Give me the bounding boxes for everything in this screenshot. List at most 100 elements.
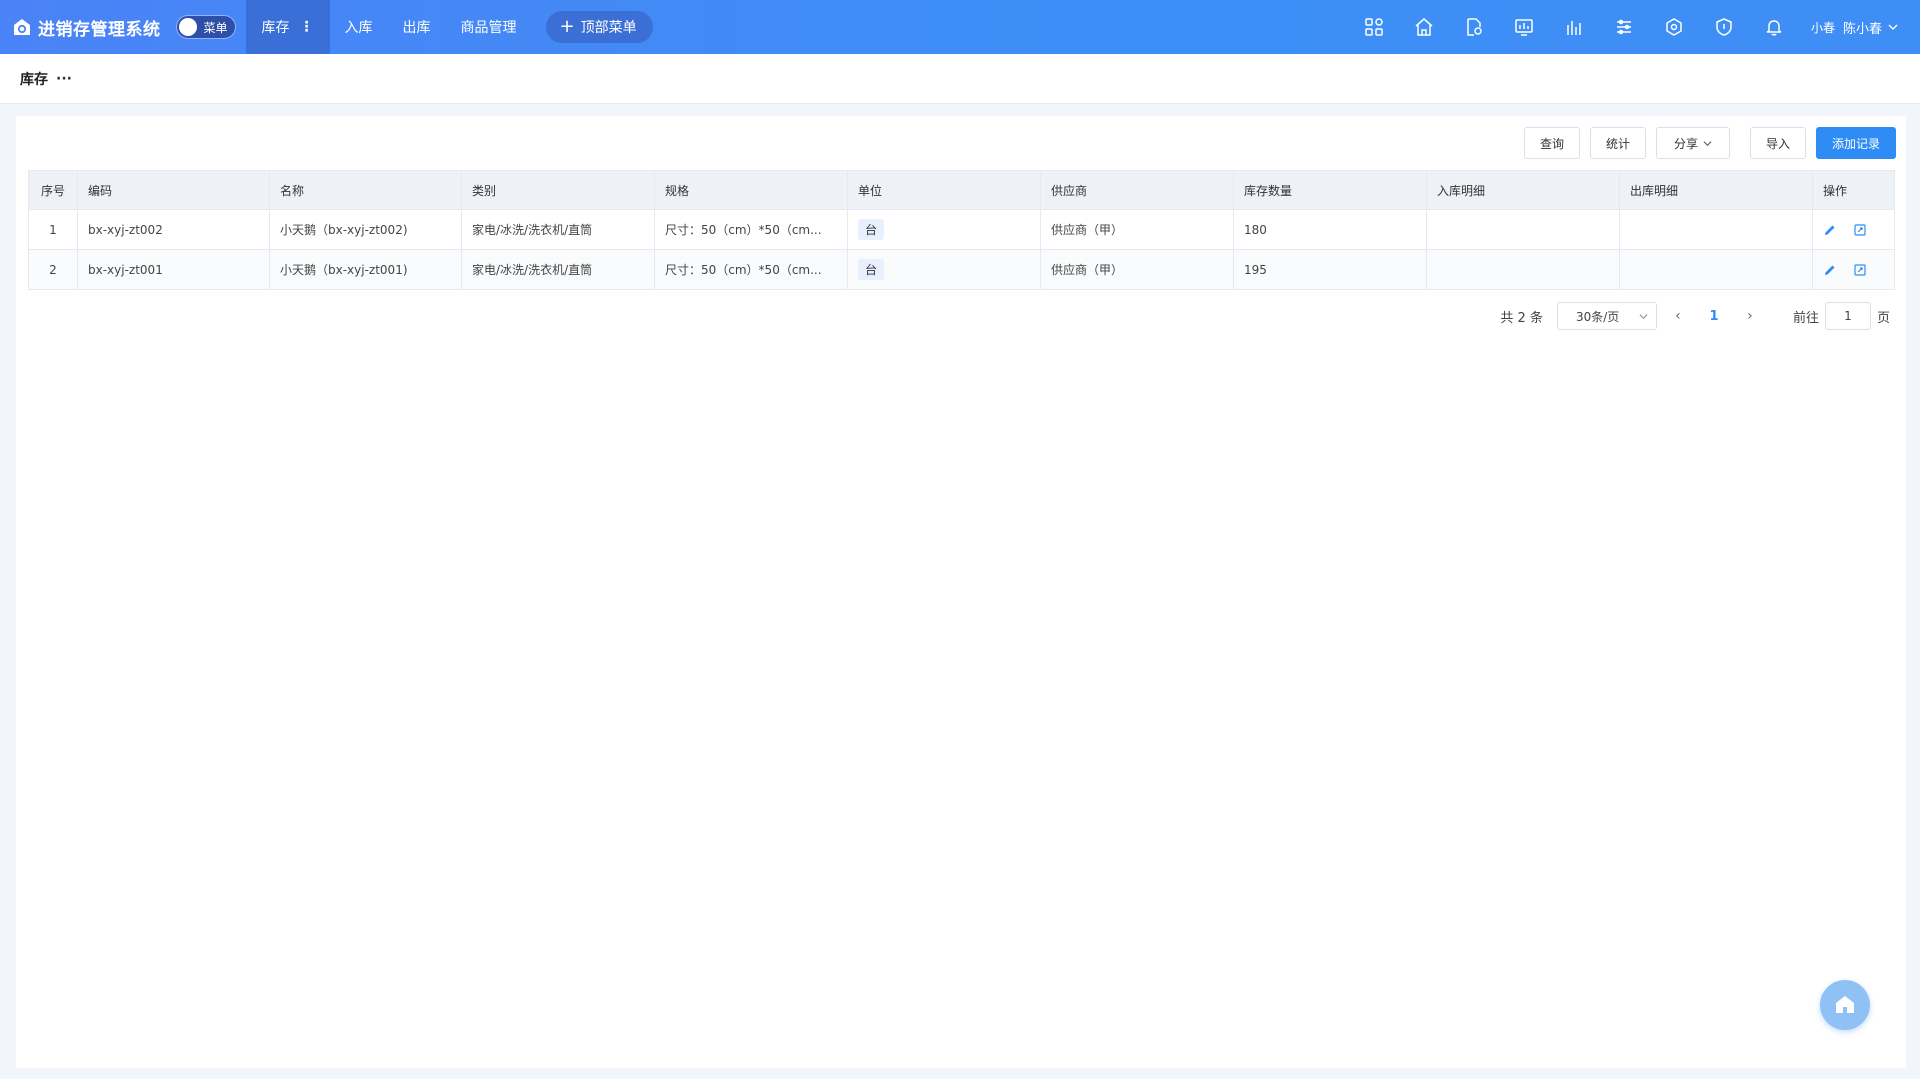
chevron-down-icon [1703, 140, 1712, 146]
pagination: 共 2 条 30条/页 ‹ 1 › 前往 1 页 [1500, 302, 1890, 330]
page-number[interactable]: 1 [1699, 309, 1729, 324]
row-index: 2 [28, 249, 78, 290]
data-icon[interactable] [1599, 0, 1649, 54]
unit-tag: 台 [858, 259, 885, 280]
row-code: bx-xyj-zt001 [77, 249, 270, 290]
share-button[interactable]: 分享 [1656, 127, 1730, 159]
nav-item-label: 库存 [261, 20, 290, 36]
home-icon[interactable] [1399, 0, 1449, 54]
detail-icon[interactable] [1853, 223, 1867, 237]
home-icon [1836, 996, 1854, 1013]
more-vertical-icon[interactable]: ⋮ [300, 19, 314, 35]
column-header-code[interactable]: 编码 [77, 170, 270, 210]
column-header-inbound-detail[interactable]: 入库明细 [1426, 170, 1620, 210]
main-panel: 查询 统计 分享 导入 添加记录 序号 编码 名称 类别 规格 单位 供应商 库… [16, 116, 1906, 1068]
chevron-down-icon [1639, 313, 1648, 319]
page-title: 库存 [20, 71, 48, 88]
top-menu-button[interactable]: + 顶部菜单 [545, 11, 653, 43]
row-spec: 尺寸：50（cm）*50（cm... [654, 249, 848, 290]
floating-home-button[interactable] [1820, 980, 1870, 1030]
app-title: 进销存管理系统 [38, 19, 161, 40]
user-name: 陈小春 [1842, 21, 1882, 37]
edit-icon[interactable] [1823, 223, 1837, 237]
unit-tag: 台 [858, 219, 885, 240]
top-menu-label: 顶部菜单 [580, 20, 637, 36]
bell-icon[interactable] [1749, 0, 1799, 54]
page-suffix: 页 [1876, 310, 1890, 326]
table-row[interactable]: 1 bx-xyj-zt002 小天鹅（bx-xyj-zt002) 家电/冰洗/洗… [28, 209, 1895, 250]
user-nickname: 小春 [1810, 20, 1835, 35]
table-row[interactable]: 2 bx-xyj-zt001 小天鹅（bx-xyj-zt001) 家电/冰洗/洗… [28, 249, 1895, 290]
row-actions [1812, 209, 1895, 250]
nav-item-inbound[interactable]: 入库 [330, 0, 388, 54]
row-actions [1812, 249, 1895, 290]
top-nav: 库存 ⋮ 入库 出库 商品管理 [245, 0, 532, 54]
nav-item-label: 入库 [344, 20, 373, 36]
row-category: 家电/冰洗/洗衣机/直筒 [461, 249, 655, 290]
row-code: bx-xyj-zt002 [77, 209, 270, 250]
chevron-down-icon [1888, 24, 1898, 30]
menu-toggle[interactable]: 菜单 [175, 15, 236, 39]
stats-button[interactable]: 统计 [1590, 127, 1646, 159]
query-button[interactable]: 查询 [1524, 127, 1580, 159]
row-inbound-detail[interactable] [1426, 209, 1620, 250]
top-icon-group: 小春 陈小春 [1349, 0, 1920, 54]
row-name: 小天鹅（bx-xyj-zt002) [269, 209, 462, 250]
share-button-label: 分享 [1673, 136, 1698, 151]
chart-icon[interactable] [1549, 0, 1599, 54]
nav-item-inventory[interactable]: 库存 ⋮ [245, 0, 330, 54]
nav-item-product-management[interactable]: 商品管理 [446, 0, 532, 54]
goto-label: 前往 [1792, 310, 1819, 326]
inventory-table: 序号 编码 名称 类别 规格 单位 供应商 库存数量 入库明细 出库明细 操作 … [28, 170, 1895, 290]
row-outbound-detail[interactable] [1619, 249, 1813, 290]
toggle-knob [178, 18, 197, 36]
breadcrumb: 库存 ··· [0, 54, 1920, 104]
row-quantity: 180 [1233, 209, 1427, 250]
row-unit-cell: 台 [847, 209, 1041, 250]
add-record-button[interactable]: 添加记录 [1816, 127, 1896, 159]
column-header-quantity[interactable]: 库存数量 [1233, 170, 1427, 210]
column-header-index: 序号 [28, 170, 78, 210]
nav-item-label: 商品管理 [460, 20, 517, 36]
row-quantity: 195 [1233, 249, 1427, 290]
nav-item-label: 出库 [402, 20, 431, 36]
brand[interactable]: 进销存管理系统 [0, 0, 161, 54]
user-menu[interactable]: 小春 陈小春 [1799, 0, 1920, 54]
shield-icon[interactable] [1699, 0, 1749, 54]
detail-icon[interactable] [1853, 263, 1867, 277]
prev-page-icon[interactable]: ‹ [1663, 308, 1693, 324]
plus-icon: + [559, 16, 575, 37]
column-header-supplier[interactable]: 供应商 [1040, 170, 1234, 210]
row-outbound-detail[interactable] [1619, 209, 1813, 250]
top-bar: 进销存管理系统 菜单 库存 ⋮ 入库 出库 商品管理 + 顶部菜单 小春 陈小春 [0, 0, 1920, 54]
row-inbound-detail[interactable] [1426, 249, 1620, 290]
column-header-unit[interactable]: 单位 [847, 170, 1041, 210]
row-category: 家电/冰洗/洗衣机/直筒 [461, 209, 655, 250]
row-spec: 尺寸：50（cm）*50（cm... [654, 209, 848, 250]
more-icon[interactable]: ··· [56, 71, 72, 87]
nav-item-outbound[interactable]: 出库 [388, 0, 446, 54]
column-header-spec[interactable]: 规格 [654, 170, 848, 210]
document-settings-icon[interactable] [1449, 0, 1499, 54]
goto-page-input[interactable]: 1 [1824, 302, 1871, 330]
row-supplier: 供应商（甲） [1040, 249, 1234, 290]
pagination-total: 共 2 条 [1500, 310, 1543, 326]
home-logo-icon [14, 19, 30, 35]
row-supplier: 供应商（甲） [1040, 209, 1234, 250]
dashboard-icon[interactable] [1499, 0, 1549, 54]
apps-icon[interactable] [1349, 0, 1399, 54]
column-header-outbound-detail[interactable]: 出库明细 [1619, 170, 1813, 210]
row-unit-cell: 台 [847, 249, 1041, 290]
table-header-row: 序号 编码 名称 类别 规格 单位 供应商 库存数量 入库明细 出库明细 操作 [28, 170, 1895, 210]
network-icon[interactable] [1649, 0, 1699, 54]
column-header-actions: 操作 [1812, 170, 1895, 210]
column-header-name[interactable]: 名称 [269, 170, 462, 210]
next-page-icon[interactable]: › [1735, 308, 1765, 324]
page-size-select[interactable]: 30条/页 [1556, 302, 1657, 330]
import-button[interactable]: 导入 [1750, 127, 1806, 159]
row-index: 1 [28, 209, 78, 250]
column-header-category[interactable]: 类别 [461, 170, 655, 210]
edit-icon[interactable] [1823, 263, 1837, 277]
row-name: 小天鹅（bx-xyj-zt001) [269, 249, 462, 290]
toolbar: 查询 统计 分享 导入 添加记录 [1514, 127, 1896, 159]
